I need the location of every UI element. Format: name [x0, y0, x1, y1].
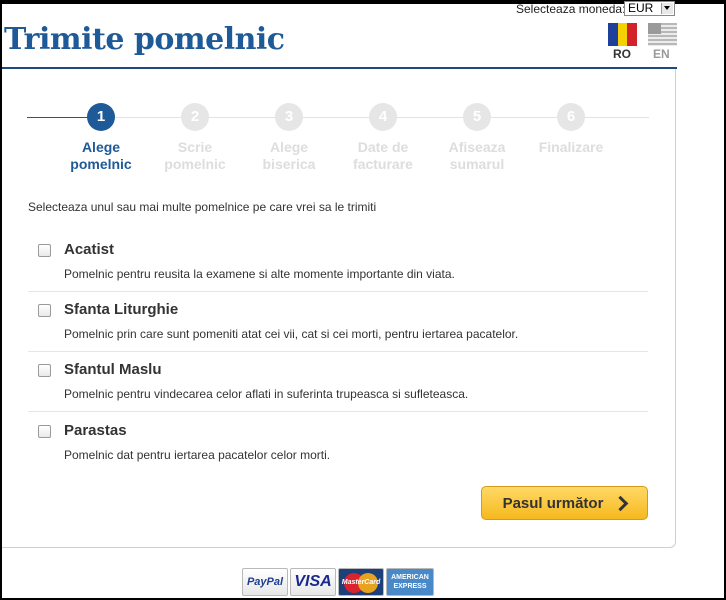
sfantul-maslu-description: Pomelnic pentru vindecarea celor aflati … [64, 387, 469, 401]
chevron-right-icon [613, 495, 629, 512]
sfantul-maslu-title[interactable]: Sfantul Maslu [64, 361, 162, 378]
acatist-description: Pomelnic pentru reusita la examene si al… [64, 267, 455, 281]
american-express-logo: AMERICAN EXPRESS [386, 568, 434, 596]
romania-flag-icon[interactable] [608, 23, 638, 46]
page-title: Trimite pomelnic [4, 22, 285, 57]
step-1-label-line1: Alege [81, 139, 121, 155]
option-divider [28, 411, 648, 412]
option-divider [28, 351, 648, 352]
sfanta-liturghie-title[interactable]: Sfanta Liturghie [64, 301, 178, 318]
step-5-label-line1: Afiseaza [448, 139, 506, 155]
option-divider [28, 291, 648, 292]
step-4-label-line2: facturare [353, 156, 413, 172]
step-5-label: Afiseaza sumarul [427, 139, 527, 173]
instruction-text: Selecteaza unul sau mai multe pomelnice … [28, 200, 377, 214]
step-4-label: Date de facturare [333, 139, 433, 173]
amex-logo-line1: AMERICAN [391, 574, 429, 581]
step-2-label-line2: pomelnic [164, 156, 226, 172]
step-3-label-line2: biserica [262, 156, 316, 172]
currency-label: Selecteaza moneda: [516, 2, 626, 16]
acatist-title[interactable]: Acatist [64, 241, 114, 258]
parastas-description: Pomelnic dat pentru iertarea pacatelor c… [64, 448, 331, 462]
step-1-label: Alege pomelnic [51, 139, 151, 173]
amex-logo-line2: EXPRESS [393, 583, 427, 590]
step-3-circle: 3 [275, 103, 303, 131]
step-2-circle: 2 [181, 103, 209, 131]
parastas-title[interactable]: Parastas [64, 422, 127, 439]
visa-logo: VISA [290, 568, 336, 596]
chevron-down-icon[interactable] [661, 3, 673, 14]
sfanta-liturghie-checkbox[interactable] [38, 304, 51, 317]
step-5-circle: 5 [463, 103, 491, 131]
step-2-label-line1: Scrie [177, 139, 213, 155]
acatist-checkbox[interactable] [38, 244, 51, 257]
step-4-circle: 4 [369, 103, 397, 131]
usa-flag-icon[interactable] [648, 23, 677, 46]
paypal-logo: PayPal [242, 568, 288, 596]
step-2-label: Scrie pomelnic [145, 139, 245, 173]
step-3-label: Alege biserica [239, 139, 339, 173]
sfanta-liturghie-description: Pomelnic prin care sunt pomeniti atat ce… [64, 327, 519, 341]
step-6-circle: 6 [557, 103, 585, 131]
step-1-label-line2: pomelnic [70, 156, 132, 172]
language-en-label[interactable]: EN [653, 47, 670, 61]
currency-value: EUR [628, 1, 654, 15]
step-6-label-line1: Finalizare [538, 139, 604, 155]
next-step-label: Pasul următor [502, 494, 604, 512]
paypal-logo-text: PayPal [246, 576, 284, 588]
visa-logo-text: VISA [294, 573, 332, 590]
parastas-checkbox[interactable] [38, 425, 51, 438]
step-4-label-line1: Date de [357, 139, 409, 155]
step-3-label-line1: Alege [269, 139, 309, 155]
language-ro-label[interactable]: RO [613, 47, 631, 61]
sfantul-maslu-checkbox[interactable] [38, 364, 51, 377]
mastercard-logo-text: MasterCard [341, 578, 381, 586]
step-6-label: Finalizare [521, 139, 621, 156]
mastercard-logo: MasterCard [338, 568, 384, 596]
step-1-circle: 1 [87, 103, 115, 131]
currency-select[interactable]: EUR [624, 1, 675, 16]
next-step-button[interactable]: Pasul următor [481, 486, 648, 520]
step-5-label-line2: sumarul [449, 156, 505, 172]
